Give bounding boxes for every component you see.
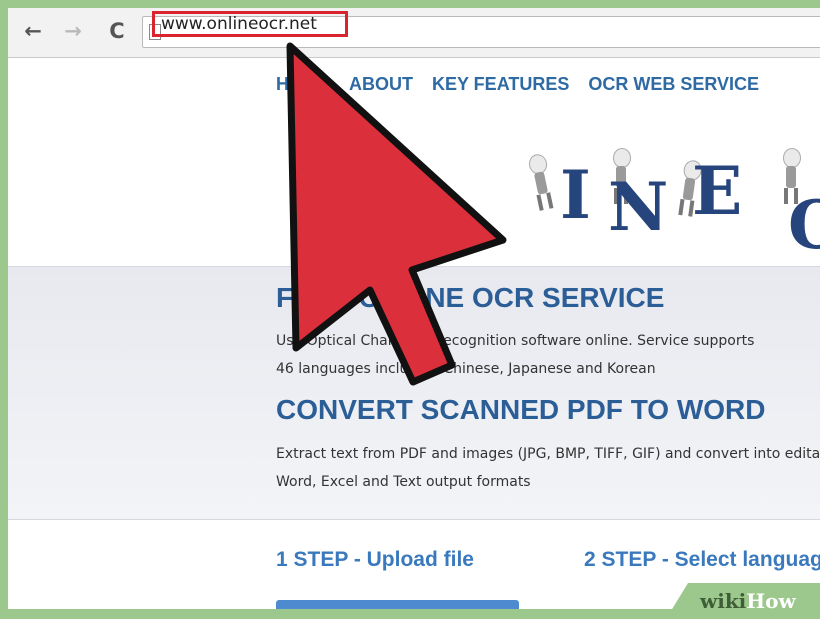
hero-description: Word, Excel and Text output formats [276, 474, 531, 490]
upload-file-button[interactable] [276, 600, 519, 609]
back-arrow-icon[interactable]: ← [20, 18, 46, 44]
browser-toolbar: ← → C [8, 8, 820, 58]
logo-letter: E [692, 152, 743, 230]
site-nav: HOME ABOUT KEY FEATURES OCR WEB SERVICE [276, 74, 759, 95]
robot-icon [522, 152, 559, 214]
nav-key-features[interactable]: KEY FEATURES [432, 74, 569, 95]
watermark-how: How [746, 589, 796, 613]
browser-window: ← → C HOME ABOUT KEY FEATURES OCR WEB SE… [8, 8, 820, 609]
logo-letter: I [560, 156, 591, 234]
step-1-heading: 1 STEP - Upload file [276, 548, 474, 571]
logo-letter: O [788, 186, 820, 264]
hero-title: FREE ONLINE OCR SERVICE [276, 282, 665, 313]
url-text[interactable]: www.onlineocr.net [152, 11, 348, 37]
nav-home[interactable]: HOME [276, 74, 330, 95]
logo-banner: I N E O [8, 108, 820, 266]
reload-icon[interactable]: C [104, 18, 130, 44]
hero-description: Use Optical Character Recognition softwa… [276, 333, 755, 349]
forward-arrow-icon[interactable]: → [60, 18, 86, 44]
hero-description: Extract text from PDF and images (JPG, B… [276, 446, 820, 462]
wikihow-watermark: wikiHow [666, 583, 820, 619]
hero-subtitle: CONVERT SCANNED PDF TO WORD [276, 394, 766, 425]
watermark-wiki: wiki [700, 589, 747, 613]
step-2-heading: 2 STEP - Select language [584, 548, 820, 571]
hero-description: 46 languages including Chinese, Japanese… [276, 361, 656, 377]
logo-letter: N [608, 168, 669, 246]
nav-about[interactable]: ABOUT [349, 74, 413, 95]
nav-ocr-web-service[interactable]: OCR WEB SERVICE [588, 74, 759, 95]
